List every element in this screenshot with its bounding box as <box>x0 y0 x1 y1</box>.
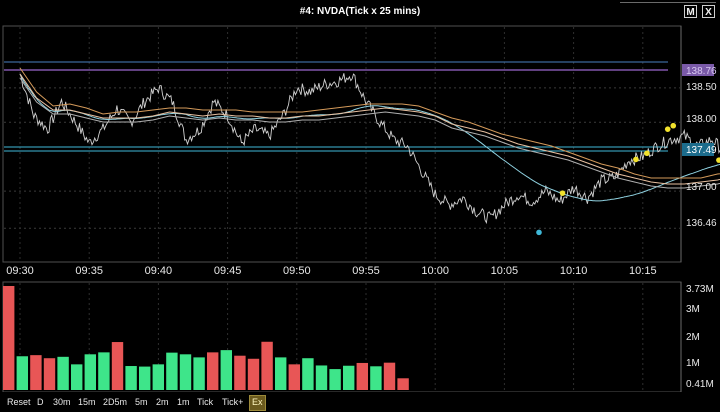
timeframe-button-reset[interactable]: Reset <box>5 395 33 409</box>
time-axis-label: 10:10 <box>560 265 588 277</box>
window-edge <box>620 2 716 3</box>
chart-canvas: 138.50 138.00 137.00 136.46 138.76 137.49 09:3… <box>2 25 720 393</box>
time-axis-label: 09:50 <box>283 265 311 277</box>
volume-bar[interactable] <box>98 352 110 390</box>
window-title: #4: NVDA(Tick x 25 mins) <box>299 6 421 17</box>
timeframe-button-tick[interactable]: Tick <box>195 395 215 409</box>
volume-bar[interactable] <box>329 369 341 390</box>
time-axis-label: 10:15 <box>629 265 657 277</box>
price-tick-label: 137.00 <box>686 182 717 193</box>
high-price-tag-label: 138.76 <box>686 66 717 77</box>
timeframe-button-2m[interactable]: 2m <box>154 395 171 409</box>
volume-bar[interactable] <box>193 357 205 390</box>
volume-bar[interactable] <box>343 365 355 390</box>
volume-bar[interactable] <box>302 358 314 390</box>
trade-marker[interactable] <box>716 157 720 163</box>
price-tick-label: 138.50 <box>686 82 717 93</box>
volume-axis-label: 3M <box>686 304 700 315</box>
volume-bar[interactable] <box>356 362 368 390</box>
volume-bar[interactable] <box>84 354 96 390</box>
low-marker[interactable] <box>536 229 542 236</box>
volume-bar[interactable] <box>152 364 164 390</box>
volume-bar[interactable] <box>234 355 246 390</box>
volume-bar[interactable] <box>43 358 56 390</box>
volume-bar[interactable] <box>57 356 69 390</box>
volume-axis-label: 3.73M <box>686 284 714 295</box>
volume-bar[interactable] <box>220 350 232 390</box>
volume-bar[interactable] <box>275 357 287 390</box>
time-axis-label: 09:40 <box>145 265 173 277</box>
volume-bar[interactable] <box>370 366 382 390</box>
timeframe-button-15m[interactable]: 15m <box>76 395 98 409</box>
trade-marker[interactable] <box>644 150 650 157</box>
volume-bar[interactable] <box>288 364 300 390</box>
price-tick-label: 136.46 <box>686 218 717 229</box>
volume-axis-label: 2M <box>686 332 700 343</box>
maximize-button[interactable]: M <box>684 5 697 18</box>
timeframe-button-5m[interactable]: 5m <box>133 395 150 409</box>
price-panel[interactable]: 138.50 138.00 137.00 136.46 138.76 137.49 09:3… <box>2 25 720 277</box>
volume-bar[interactable] <box>111 342 124 390</box>
trade-marker[interactable] <box>559 190 566 196</box>
timeframe-button-d[interactable]: D <box>35 395 46 409</box>
volume-bar[interactable] <box>315 365 328 390</box>
volume-bar[interactable] <box>261 341 273 390</box>
trade-marker[interactable] <box>633 156 639 163</box>
time-axis-label: 10:00 <box>421 265 449 277</box>
volume-bar[interactable] <box>125 366 137 390</box>
timeframe-button-tick-plus[interactable]: Tick+ <box>220 395 245 409</box>
time-axis-label: 09:45 <box>214 265 242 277</box>
volume-bar[interactable] <box>247 358 260 390</box>
volume-bar[interactable] <box>179 354 192 390</box>
volume-axis-label: 0.41M <box>686 379 714 390</box>
time-axis-label: 10:05 <box>491 265 519 277</box>
price-panel-frame <box>2 25 682 263</box>
volume-bar[interactable] <box>71 364 83 390</box>
time-axis-label: 09:30 <box>6 265 34 277</box>
volume-bar[interactable] <box>207 352 219 390</box>
current-price-tag-label: 137.49 <box>686 145 717 156</box>
price-tick-label: 138.00 <box>686 114 717 125</box>
volume-bar[interactable] <box>397 378 409 390</box>
volume-bar[interactable] <box>383 362 396 390</box>
time-axis-label: 09:55 <box>352 265 380 277</box>
timeframe-button-ex[interactable]: Ex <box>249 395 266 411</box>
time-axis-label: 09:35 <box>75 265 103 277</box>
volume-panel[interactable]: 3.73M 3M 2M 1M 0.41M <box>2 281 714 393</box>
volume-axis-label: 1M <box>686 358 700 369</box>
timeframe-button-2d5m[interactable]: 2D5m <box>101 395 129 409</box>
trade-marker[interactable] <box>664 126 671 132</box>
timeframe-button-30m[interactable]: 30m <box>51 395 73 409</box>
volume-bar[interactable] <box>30 355 42 390</box>
volume-bar[interactable] <box>166 352 178 390</box>
trade-marker[interactable] <box>670 122 677 129</box>
volume-bar[interactable] <box>139 366 151 390</box>
timeframe-button-1m[interactable]: 1m <box>175 395 192 409</box>
volume-bar[interactable] <box>3 286 15 390</box>
close-button[interactable]: X <box>702 5 715 18</box>
volume-bar[interactable] <box>16 356 28 390</box>
